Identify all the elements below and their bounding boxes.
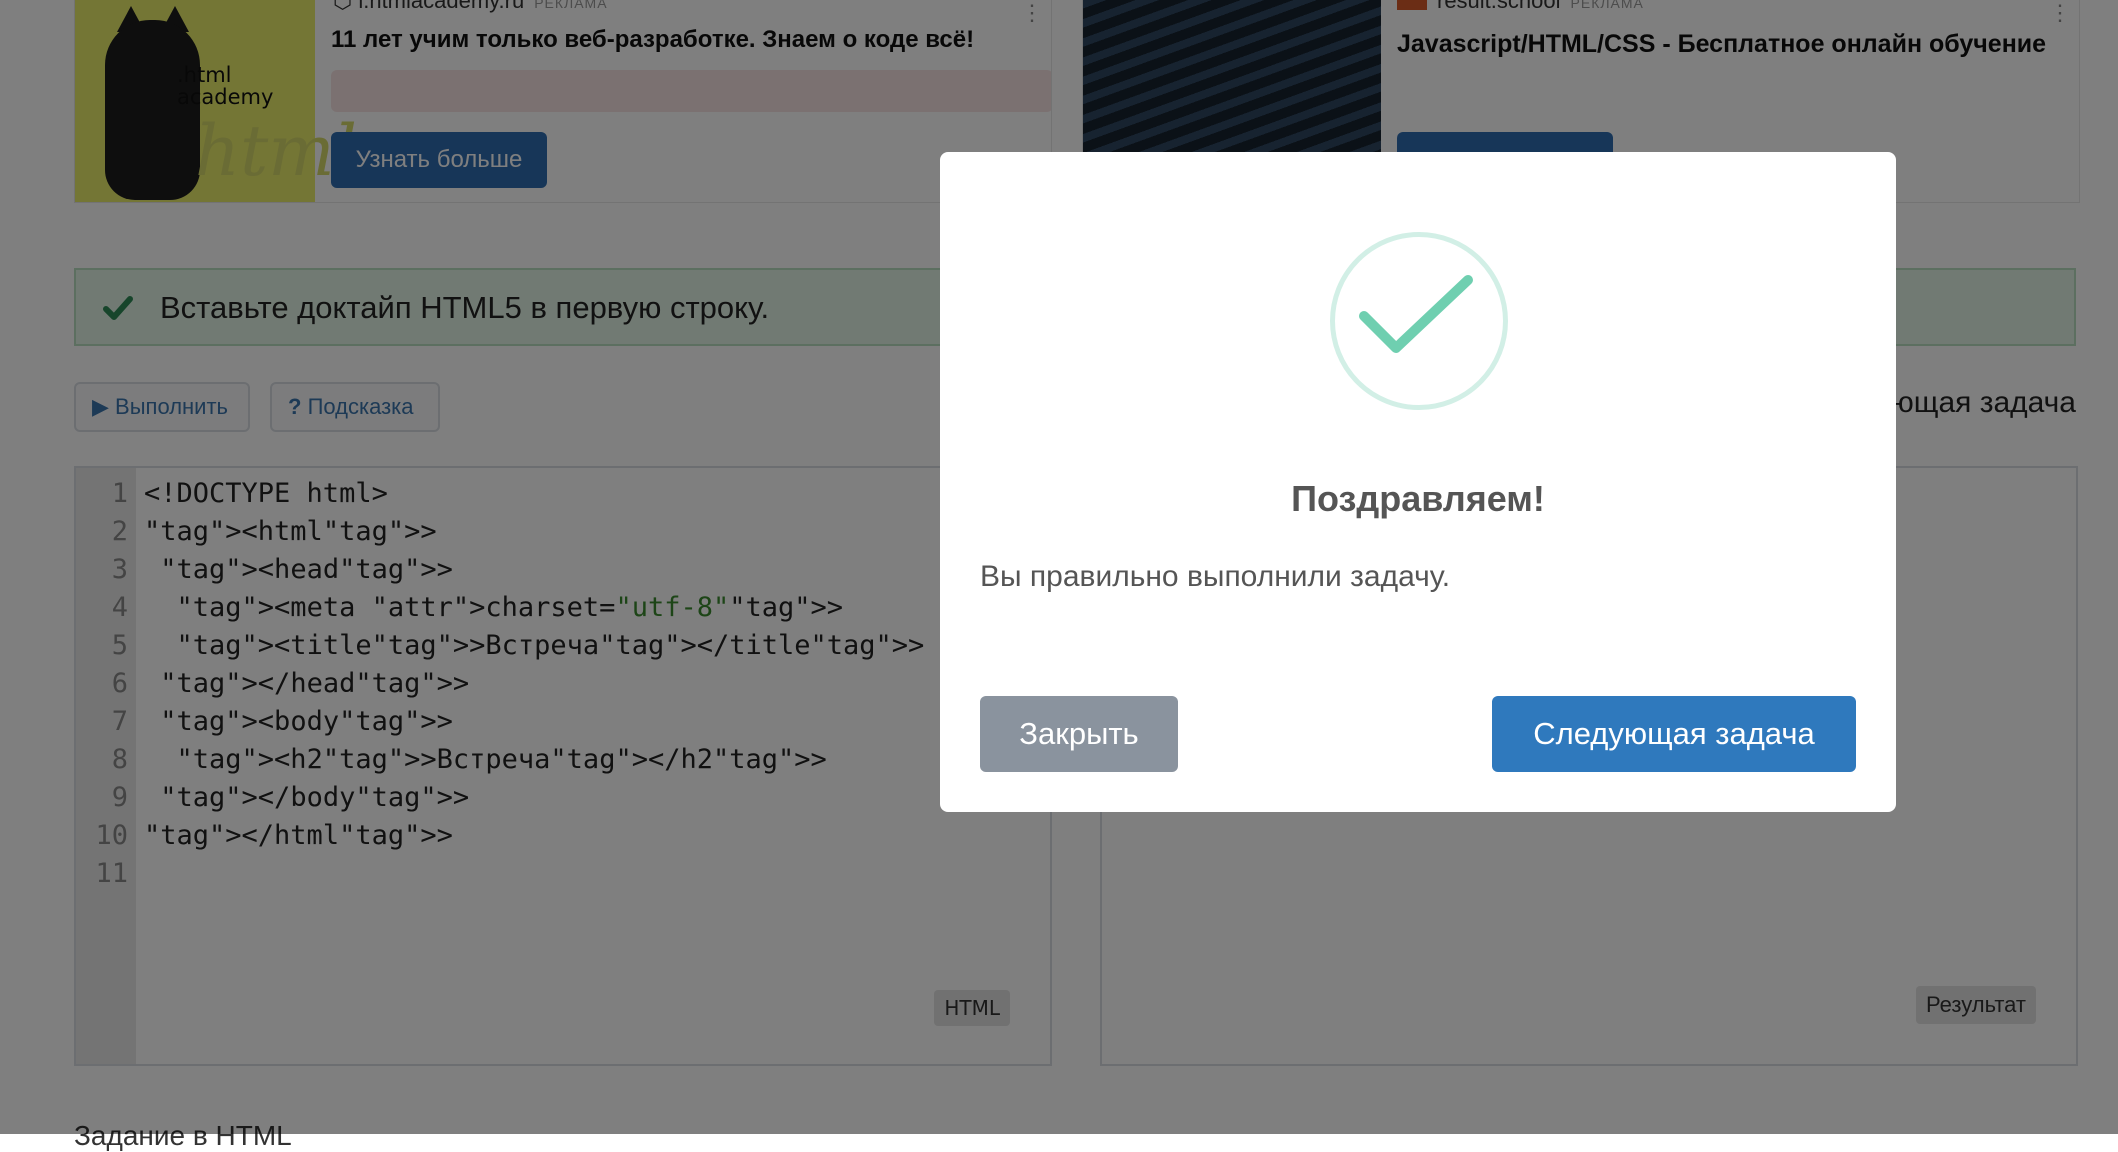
- modal-message: Вы правильно выполнили задачу.: [980, 560, 1451, 593]
- next-task-button[interactable]: Следующая задача: [1492, 696, 1856, 772]
- modal-title: Поздравляем!: [1291, 478, 1545, 519]
- checkmark-icon: [1359, 275, 1473, 353]
- close-button[interactable]: Закрыть: [980, 696, 1178, 772]
- success-modal: Поздравляем! Вы правильно выполнили зада…: [940, 152, 1896, 812]
